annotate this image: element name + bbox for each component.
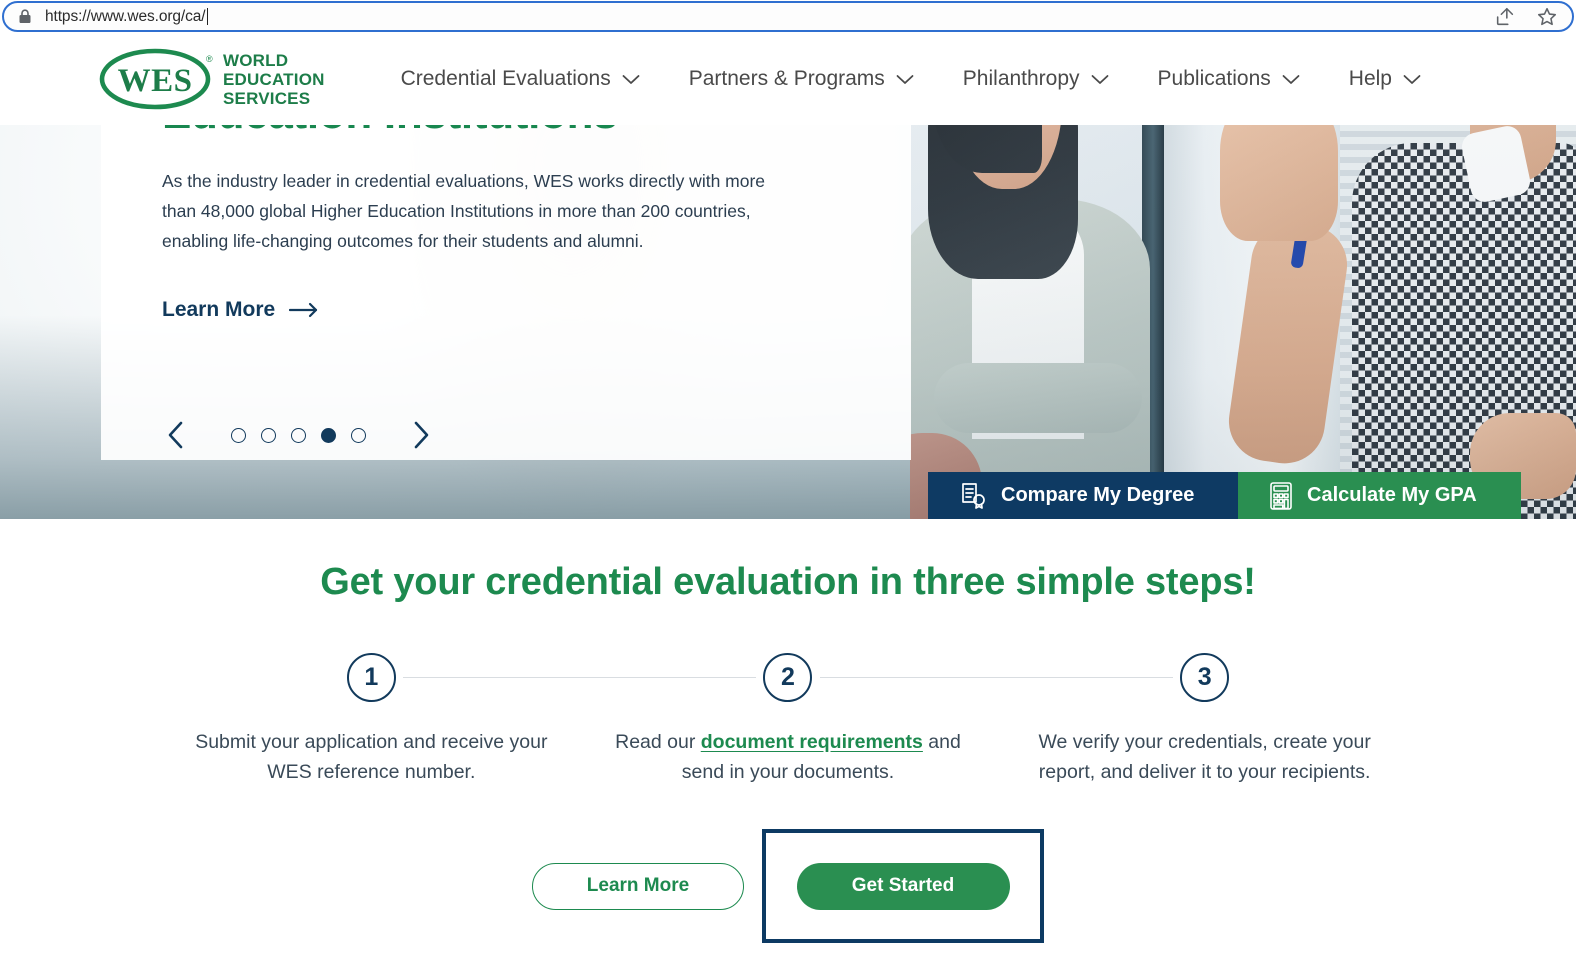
step-1-text: Submit your application and receive your… bbox=[163, 727, 580, 787]
chevron-down-icon bbox=[1403, 74, 1421, 84]
nav-item-publications[interactable]: Publications bbox=[1158, 67, 1300, 91]
star-icon[interactable] bbox=[1536, 6, 1558, 28]
calculate-my-gpa-button[interactable]: Calculate My GPA bbox=[1238, 472, 1521, 519]
steps-section-title: Get your credential evaluation in three … bbox=[320, 561, 1256, 603]
step-connector-line bbox=[403, 677, 580, 678]
url-bar[interactable]: https://www.wes.org/ca/ bbox=[2, 1, 1574, 32]
hero-carousel-slide: Education Institutions As the industry l… bbox=[0, 33, 1576, 519]
step-number-1: 1 bbox=[346, 652, 396, 702]
step-number-3: 3 bbox=[1180, 652, 1230, 702]
step-1-text-before: Submit your application and receive your… bbox=[195, 731, 548, 783]
chevron-down-icon bbox=[622, 74, 640, 84]
browser-chrome: https://www.wes.org/ca/ bbox=[0, 0, 1576, 33]
compare-my-degree-button[interactable]: Compare My Degree bbox=[928, 472, 1238, 519]
three-steps-section: Get your credential evaluation in three … bbox=[0, 519, 1576, 976]
site-header: WES ® WORLD EDUCATION SERVICES Credentia… bbox=[0, 33, 1576, 125]
nav-label: Credential Evaluations bbox=[400, 67, 611, 90]
step-3: 3 We verify your credentials, create you… bbox=[996, 649, 1413, 787]
steps-row: 1 Submit your application and receive yo… bbox=[163, 649, 1413, 787]
wes-oval-logo-icon: WES ® bbox=[99, 48, 213, 110]
chevron-down-icon bbox=[1091, 74, 1108, 84]
step-connector-line bbox=[579, 677, 756, 678]
nav-label: Help bbox=[1348, 67, 1392, 90]
step-3-text: We verify your credentials, create your … bbox=[996, 727, 1413, 787]
wes-logo-wordmark: WORLD EDUCATION SERVICES bbox=[223, 51, 325, 108]
step-2-text-before: Read our bbox=[615, 731, 701, 753]
nav-item-partners-programs[interactable]: Partners & Programs bbox=[689, 67, 914, 91]
step-connector-line bbox=[996, 677, 1173, 678]
share-icon[interactable] bbox=[1494, 6, 1516, 28]
step-2: 2 Read our document requirements and sen… bbox=[579, 649, 997, 787]
step-2-text: Read our document requirements and send … bbox=[580, 727, 997, 787]
svg-text:WES: WES bbox=[118, 63, 193, 99]
calculator-icon bbox=[1270, 481, 1292, 510]
carousel-dot-3[interactable] bbox=[291, 427, 306, 443]
chevron-left-icon bbox=[168, 421, 183, 449]
logo-line-1: WORLD bbox=[223, 50, 289, 70]
get-started-button[interactable]: Get Started bbox=[796, 862, 1010, 910]
calculate-my-gpa-label: Calculate My GPA bbox=[1307, 484, 1477, 506]
step-1: 1 Submit your application and receive yo… bbox=[163, 649, 580, 787]
carousel-prev-button[interactable] bbox=[159, 418, 193, 452]
step-connector-line bbox=[819, 677, 997, 678]
hero-paragraph: As the industry leader in credential eva… bbox=[162, 171, 766, 251]
logo-line-3: SERVICES bbox=[223, 88, 311, 108]
certificate-icon bbox=[962, 482, 985, 509]
logo-line-2: EDUCATION bbox=[223, 69, 325, 89]
nav-item-credential-evaluations[interactable]: Credential Evaluations bbox=[401, 67, 640, 91]
carousel-next-button[interactable] bbox=[404, 418, 438, 452]
hero-learn-more-link[interactable]: Learn More bbox=[162, 298, 319, 322]
compare-my-degree-label: Compare My Degree bbox=[1001, 484, 1195, 506]
hero-cta-strips: Compare My Degree Calculate My GPA bbox=[928, 472, 1521, 519]
url-text: https://www.wes.org/ca/ bbox=[45, 7, 206, 25]
lock-icon bbox=[19, 9, 31, 23]
carousel-dot-4[interactable] bbox=[321, 427, 336, 443]
carousel-dot-5[interactable] bbox=[351, 427, 366, 443]
text-caret bbox=[206, 8, 208, 25]
main-navigation: Credential Evaluations Partners & Progra… bbox=[401, 67, 1421, 91]
nav-item-help[interactable]: Help bbox=[1349, 67, 1421, 91]
get-started-highlight-box: Get Started bbox=[762, 829, 1044, 943]
document-requirements-link[interactable]: document requirements bbox=[701, 731, 923, 753]
chevron-down-icon bbox=[896, 74, 914, 84]
chevron-down-icon bbox=[1282, 74, 1300, 84]
wes-logo[interactable]: WES ® WORLD EDUCATION SERVICES bbox=[99, 46, 325, 112]
hero-learn-more-label: Learn More bbox=[162, 298, 276, 321]
cta-buttons-row: Learn More Get Started bbox=[0, 829, 1576, 943]
arrow-right-icon bbox=[289, 302, 318, 318]
learn-more-button[interactable]: Learn More bbox=[532, 862, 744, 910]
carousel-controls bbox=[159, 418, 438, 452]
svg-text:®: ® bbox=[206, 54, 213, 64]
nav-item-philanthropy[interactable]: Philanthropy bbox=[963, 67, 1109, 91]
carousel-dot-2[interactable] bbox=[261, 427, 276, 443]
step-3-text-before: We verify your credentials, create your … bbox=[1038, 731, 1371, 783]
nav-label: Partners & Programs bbox=[688, 67, 885, 90]
chevron-right-icon bbox=[414, 421, 429, 449]
carousel-dots bbox=[231, 427, 366, 443]
nav-label: Philanthropy bbox=[962, 67, 1080, 90]
step-number-2: 2 bbox=[763, 652, 813, 702]
carousel-dot-1[interactable] bbox=[231, 427, 246, 443]
nav-label: Publications bbox=[1157, 67, 1271, 90]
page-content: Education Institutions As the industry l… bbox=[0, 33, 1576, 976]
